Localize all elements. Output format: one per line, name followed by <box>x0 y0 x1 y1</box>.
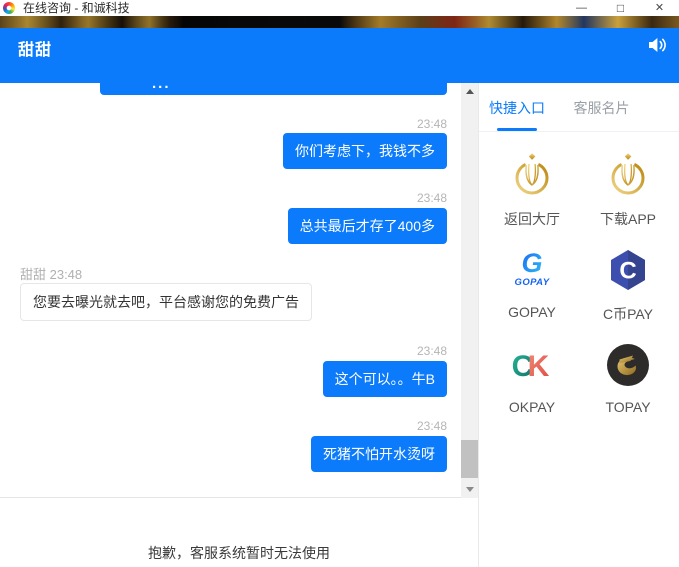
message-bubble-outgoing-partial: ... <box>100 73 447 95</box>
message-text: ... <box>152 80 171 88</box>
cbipay-icon: C <box>606 248 650 292</box>
chat-message-area: ... 23:48 你们考虑下，我钱不多 23:48 总共最后才存了400多 甜… <box>0 83 478 498</box>
okpay-icon: C K <box>510 343 554 387</box>
tab-service-card[interactable]: 客服名片 <box>573 98 629 131</box>
gopay-icon: G GOPAY <box>510 248 554 292</box>
shortcut-label: OKPAY <box>509 399 555 415</box>
background-banner-image <box>0 16 679 28</box>
scroll-down-button[interactable] <box>461 481 478 498</box>
speaker-icon[interactable] <box>648 37 666 53</box>
cbipay-c-letter: C <box>619 258 636 285</box>
download-app-wheat-gold-icon <box>606 153 650 197</box>
topay-icon <box>606 343 650 387</box>
shortcut-item-return-lobby[interactable]: 返回大厅 <box>504 153 560 229</box>
message-bubble-outgoing: 这个可以。。牛B <box>323 361 447 397</box>
scrollbar-thumb[interactable] <box>461 440 478 478</box>
sidebar-tabs: 快捷入口 客服名片 <box>479 83 679 132</box>
sidebar: 快捷入口 客服名片 <box>478 83 679 567</box>
chat-footer: 抱歉，客服系统暂时无法使用 <box>0 499 478 567</box>
shortcut-label: GOPAY <box>508 304 556 320</box>
okpay-k-letter: K <box>528 350 550 383</box>
shortcut-label: C币PAY <box>603 304 653 324</box>
shortcut-item-topay[interactable]: TOPAY <box>605 343 650 415</box>
message-timestamp: 23:48 <box>417 419 447 433</box>
scroll-down-icon <box>466 487 474 492</box>
sender-label: 甜甜 23:48 <box>20 264 82 283</box>
chat-scrollbar[interactable] <box>461 83 478 498</box>
close-button[interactable]: ✕ <box>640 0 679 16</box>
maximize-button[interactable]: □ <box>601 0 640 16</box>
message-bubble-outgoing: 死猪不怕开水烫呀 <box>311 436 447 472</box>
shortcut-grid: 返回大厅 下载APP <box>479 132 679 415</box>
app-logo-icon <box>3 2 15 14</box>
tab-quick-entry[interactable]: 快捷入口 <box>489 98 545 131</box>
gopay-g-letter: G <box>521 248 542 278</box>
system-unavailable-notice: 抱歉，客服系统暂时无法使用 <box>148 543 330 563</box>
window-controls: — □ ✕ <box>562 0 679 16</box>
message-timestamp: 23:48 <box>417 191 447 205</box>
shortcut-label: TOPAY <box>605 399 650 415</box>
app-window: 在线咨询 - 和诚科技 — □ ✕ 甜甜 ... 23:48 你们考虑下，我钱不… <box>0 0 679 567</box>
lobby-wheat-gold-icon <box>510 153 554 197</box>
shortcut-item-okpay[interactable]: C K OKPAY <box>509 343 555 415</box>
window-titlebar: 在线咨询 - 和诚科技 — □ ✕ <box>0 0 679 16</box>
gopay-wordmark: GOPAY <box>515 277 551 288</box>
message-bubble-outgoing: 总共最后才存了400多 <box>288 208 447 244</box>
window-title: 在线咨询 - 和诚科技 <box>23 0 130 16</box>
minimize-button[interactable]: — <box>562 0 601 16</box>
shortcut-item-download-app[interactable]: 下载APP <box>600 153 656 229</box>
shortcut-label: 返回大厅 <box>504 209 560 229</box>
shortcut-item-cbipay[interactable]: C C币PAY <box>603 248 653 324</box>
message-bubble-outgoing: 你们考虑下，我钱不多 <box>283 133 447 169</box>
message-timestamp: 23:48 <box>417 344 447 358</box>
shortcut-item-gopay[interactable]: G GOPAY GOPAY <box>508 248 556 324</box>
scroll-up-button[interactable] <box>461 83 478 100</box>
scroll-up-icon <box>466 89 474 94</box>
message-bubble-incoming: 您要去曝光就去吧，平台感谢您的免费广告 <box>20 283 312 321</box>
agent-name: 甜甜 <box>18 36 52 60</box>
message-timestamp: 23:48 <box>417 117 447 131</box>
shortcut-label: 下载APP <box>600 209 656 229</box>
